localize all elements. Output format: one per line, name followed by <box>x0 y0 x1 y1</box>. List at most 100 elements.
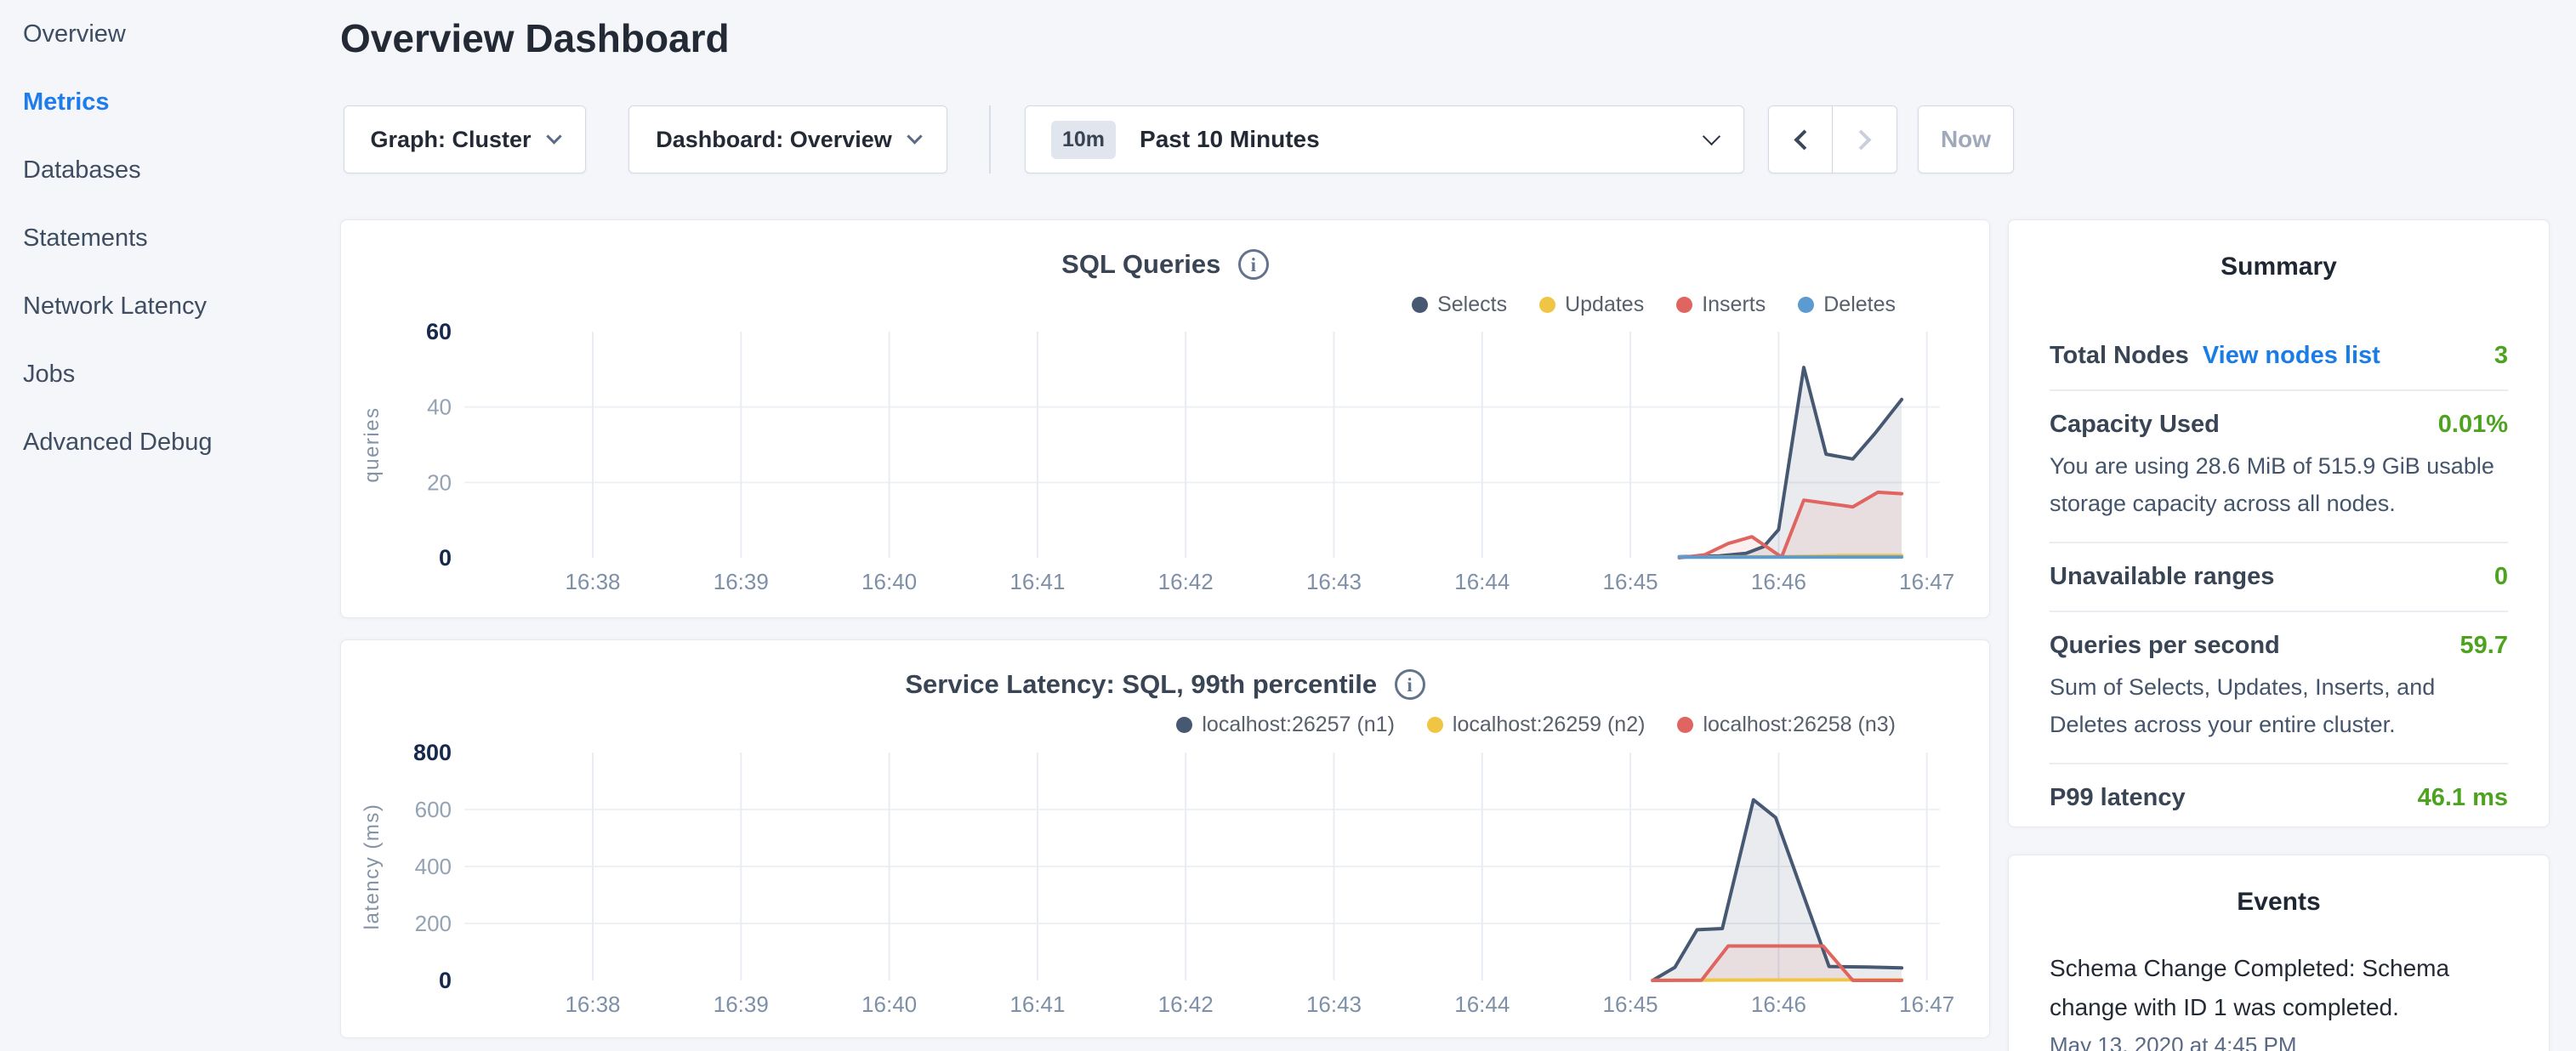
dashboard-dropdown[interactable]: Dashboard: Overview <box>628 105 947 173</box>
events-panel: Events Schema Change Completed: Schema c… <box>2008 855 2550 1051</box>
x-tick-label: 16:38 <box>565 569 620 594</box>
summary-subtext: You are using 28.6 MiB of 515.9 GiB usab… <box>2050 447 2508 522</box>
time-nav-group <box>1768 105 1897 173</box>
legend-label: Deletes <box>1823 293 1896 317</box>
y-tick-label: 400 <box>415 854 452 879</box>
service-latency-chart-card: 020040060080016:3816:3916:4016:4116:4216… <box>340 639 1990 1038</box>
summary-label: Total Nodes <box>2050 342 2189 370</box>
y-tick-label: 800 <box>413 740 452 765</box>
summary-value: 0.01% <box>2438 411 2508 439</box>
sql-queries-chart-card: 020406016:3816:3916:4016:4116:4216:4316:… <box>340 219 1990 618</box>
legend-dot-icon <box>1176 717 1192 733</box>
chart-title-row: Service Latency: SQL, 99th percentile i <box>341 669 1989 700</box>
summary-label: Capacity Used <box>2050 411 2220 439</box>
x-tick-label: 16:46 <box>1751 991 1806 1017</box>
x-tick-label: 16:44 <box>1454 569 1510 594</box>
legend-item[interactable]: localhost:26259 (n2) <box>1427 713 1646 737</box>
y-tick-label: 40 <box>427 395 452 420</box>
legend-label: Selects <box>1437 293 1507 317</box>
summary-row: Total NodesView nodes list3 <box>2050 322 2508 389</box>
legend-label: localhost:26257 (n1) <box>1202 713 1395 737</box>
sidebar: OverviewMetricsDatabasesStatementsNetwor… <box>0 0 340 1051</box>
view-nodes-link[interactable]: View nodes list <box>2203 342 2380 370</box>
x-tick-label: 16:43 <box>1306 569 1362 594</box>
sql-queries-chart[interactable]: 020406016:3816:3916:4016:4116:4216:4316:… <box>341 220 1991 619</box>
service-latency-chart[interactable]: 020040060080016:3816:3916:4016:4116:4216… <box>341 640 1991 1039</box>
x-tick-label: 16:47 <box>1899 991 1954 1017</box>
x-tick-label: 16:41 <box>1009 991 1065 1017</box>
legend-dot-icon <box>1539 297 1555 313</box>
x-tick-label: 16:39 <box>714 991 769 1017</box>
x-tick-label: 16:44 <box>1454 991 1510 1017</box>
legend-dot-icon <box>1798 297 1814 313</box>
sidebar-item-advanced-debug[interactable]: Advanced Debug <box>0 408 340 476</box>
x-tick-label: 16:40 <box>862 569 917 594</box>
sidebar-item-jobs[interactable]: Jobs <box>0 340 340 408</box>
now-button[interactable]: Now <box>1918 105 2014 173</box>
legend-label: Inserts <box>1702 293 1766 317</box>
chart-legend: Selects Updates Inserts Deletes <box>1412 293 1896 317</box>
time-range-label: Past 10 Minutes <box>1140 126 1320 153</box>
summary-row: Unavailable ranges0 <box>2050 542 2508 611</box>
dashboard-dropdown-label: Dashboard: Overview <box>656 127 892 153</box>
y-tick-label: 200 <box>415 911 452 936</box>
prev-time-button[interactable] <box>1768 105 1833 173</box>
legend-item[interactable]: localhost:26258 (n3) <box>1677 713 1896 737</box>
y-tick-label: 20 <box>427 469 452 495</box>
events-title: Events <box>2050 888 2508 917</box>
event-text: Schema Change Completed: Schema change w… <box>2050 949 2508 1027</box>
x-tick-label: 16:42 <box>1158 569 1214 594</box>
info-icon[interactable]: i <box>1238 249 1269 280</box>
x-tick-label: 16:43 <box>1306 991 1362 1017</box>
legend-item[interactable]: localhost:26257 (n1) <box>1176 713 1395 737</box>
summary-rows: Total NodesView nodes list3Capacity Used… <box>2050 322 2508 832</box>
summary-row: Capacity Used 0.01% You are using 28.6 MiB… <box>2050 389 2508 542</box>
chevron-down-icon <box>546 128 561 144</box>
sidebar-item-statements[interactable]: Statements <box>0 204 340 272</box>
x-tick-label: 16:47 <box>1899 569 1954 594</box>
time-range-picker[interactable]: 10m Past 10 Minutes <box>1025 105 1744 173</box>
summary-label: P99 latency <box>2050 784 2186 812</box>
legend-item[interactable]: Deletes <box>1798 293 1896 317</box>
legend-dot-icon <box>1677 717 1693 733</box>
summary-value: 59.7 <box>2460 632 2508 660</box>
chevron-down-icon <box>1703 127 1720 145</box>
legend-item[interactable]: Selects <box>1412 293 1507 317</box>
summary-row: Queries per second 59.7 Sum of Selects, Up… <box>2050 611 2508 763</box>
next-time-button[interactable] <box>1833 105 1897 173</box>
sidebar-item-network-latency[interactable]: Network Latency <box>0 272 340 340</box>
sidebar-item-metrics[interactable]: Metrics <box>0 68 340 136</box>
graph-dropdown[interactable]: Graph: Cluster <box>344 105 586 173</box>
legend-item[interactable]: Updates <box>1539 293 1644 317</box>
event-timestamp: May 13, 2020 at 4:45 PM <box>2050 1032 2508 1051</box>
controls-bar: Graph: Cluster Dashboard: Overview 10m P… <box>340 105 2014 173</box>
x-tick-label: 16:42 <box>1158 991 1214 1017</box>
summary-row: P99 latency 46.1 ms <box>2050 763 2508 832</box>
legend-label: Updates <box>1565 293 1644 317</box>
summary-panel: Summary Total NodesView nodes list3Capac… <box>2008 219 2550 827</box>
legend-label: localhost:26258 (n3) <box>1703 713 1896 737</box>
x-tick-label: 16:38 <box>565 991 620 1017</box>
x-tick-label: 16:41 <box>1009 569 1065 594</box>
y-tick-label: 600 <box>415 797 452 822</box>
legend-item[interactable]: Inserts <box>1676 293 1766 317</box>
chart-title-row: SQL Queries i <box>341 249 1989 280</box>
y-axis-label: queries <box>361 406 384 482</box>
x-tick-label: 16:46 <box>1751 569 1806 594</box>
summary-subtext: Sum of Selects, Updates, Inserts, and De… <box>2050 668 2508 743</box>
summary-value: 46.1 ms <box>2418 784 2508 812</box>
info-icon[interactable]: i <box>1395 669 1425 700</box>
chart-title: SQL Queries <box>1061 249 1220 279</box>
chevron-left-icon <box>1794 129 1814 150</box>
chart-title: Service Latency: SQL, 99th percentile <box>905 669 1377 699</box>
x-tick-label: 16:45 <box>1603 991 1658 1017</box>
sidebar-item-overview[interactable]: Overview <box>0 0 340 68</box>
summary-label: Queries per second <box>2050 632 2280 660</box>
y-axis-label: latency (ms) <box>361 804 384 930</box>
y-tick-label: 60 <box>426 319 452 344</box>
summary-label: Unavailable ranges <box>2050 563 2274 591</box>
event-item[interactable]: Schema Change Completed: Schema change w… <box>2050 949 2508 1051</box>
legend-dot-icon <box>1427 717 1443 733</box>
sidebar-item-databases[interactable]: Databases <box>0 136 340 204</box>
page-title: Overview Dashboard <box>340 15 730 61</box>
